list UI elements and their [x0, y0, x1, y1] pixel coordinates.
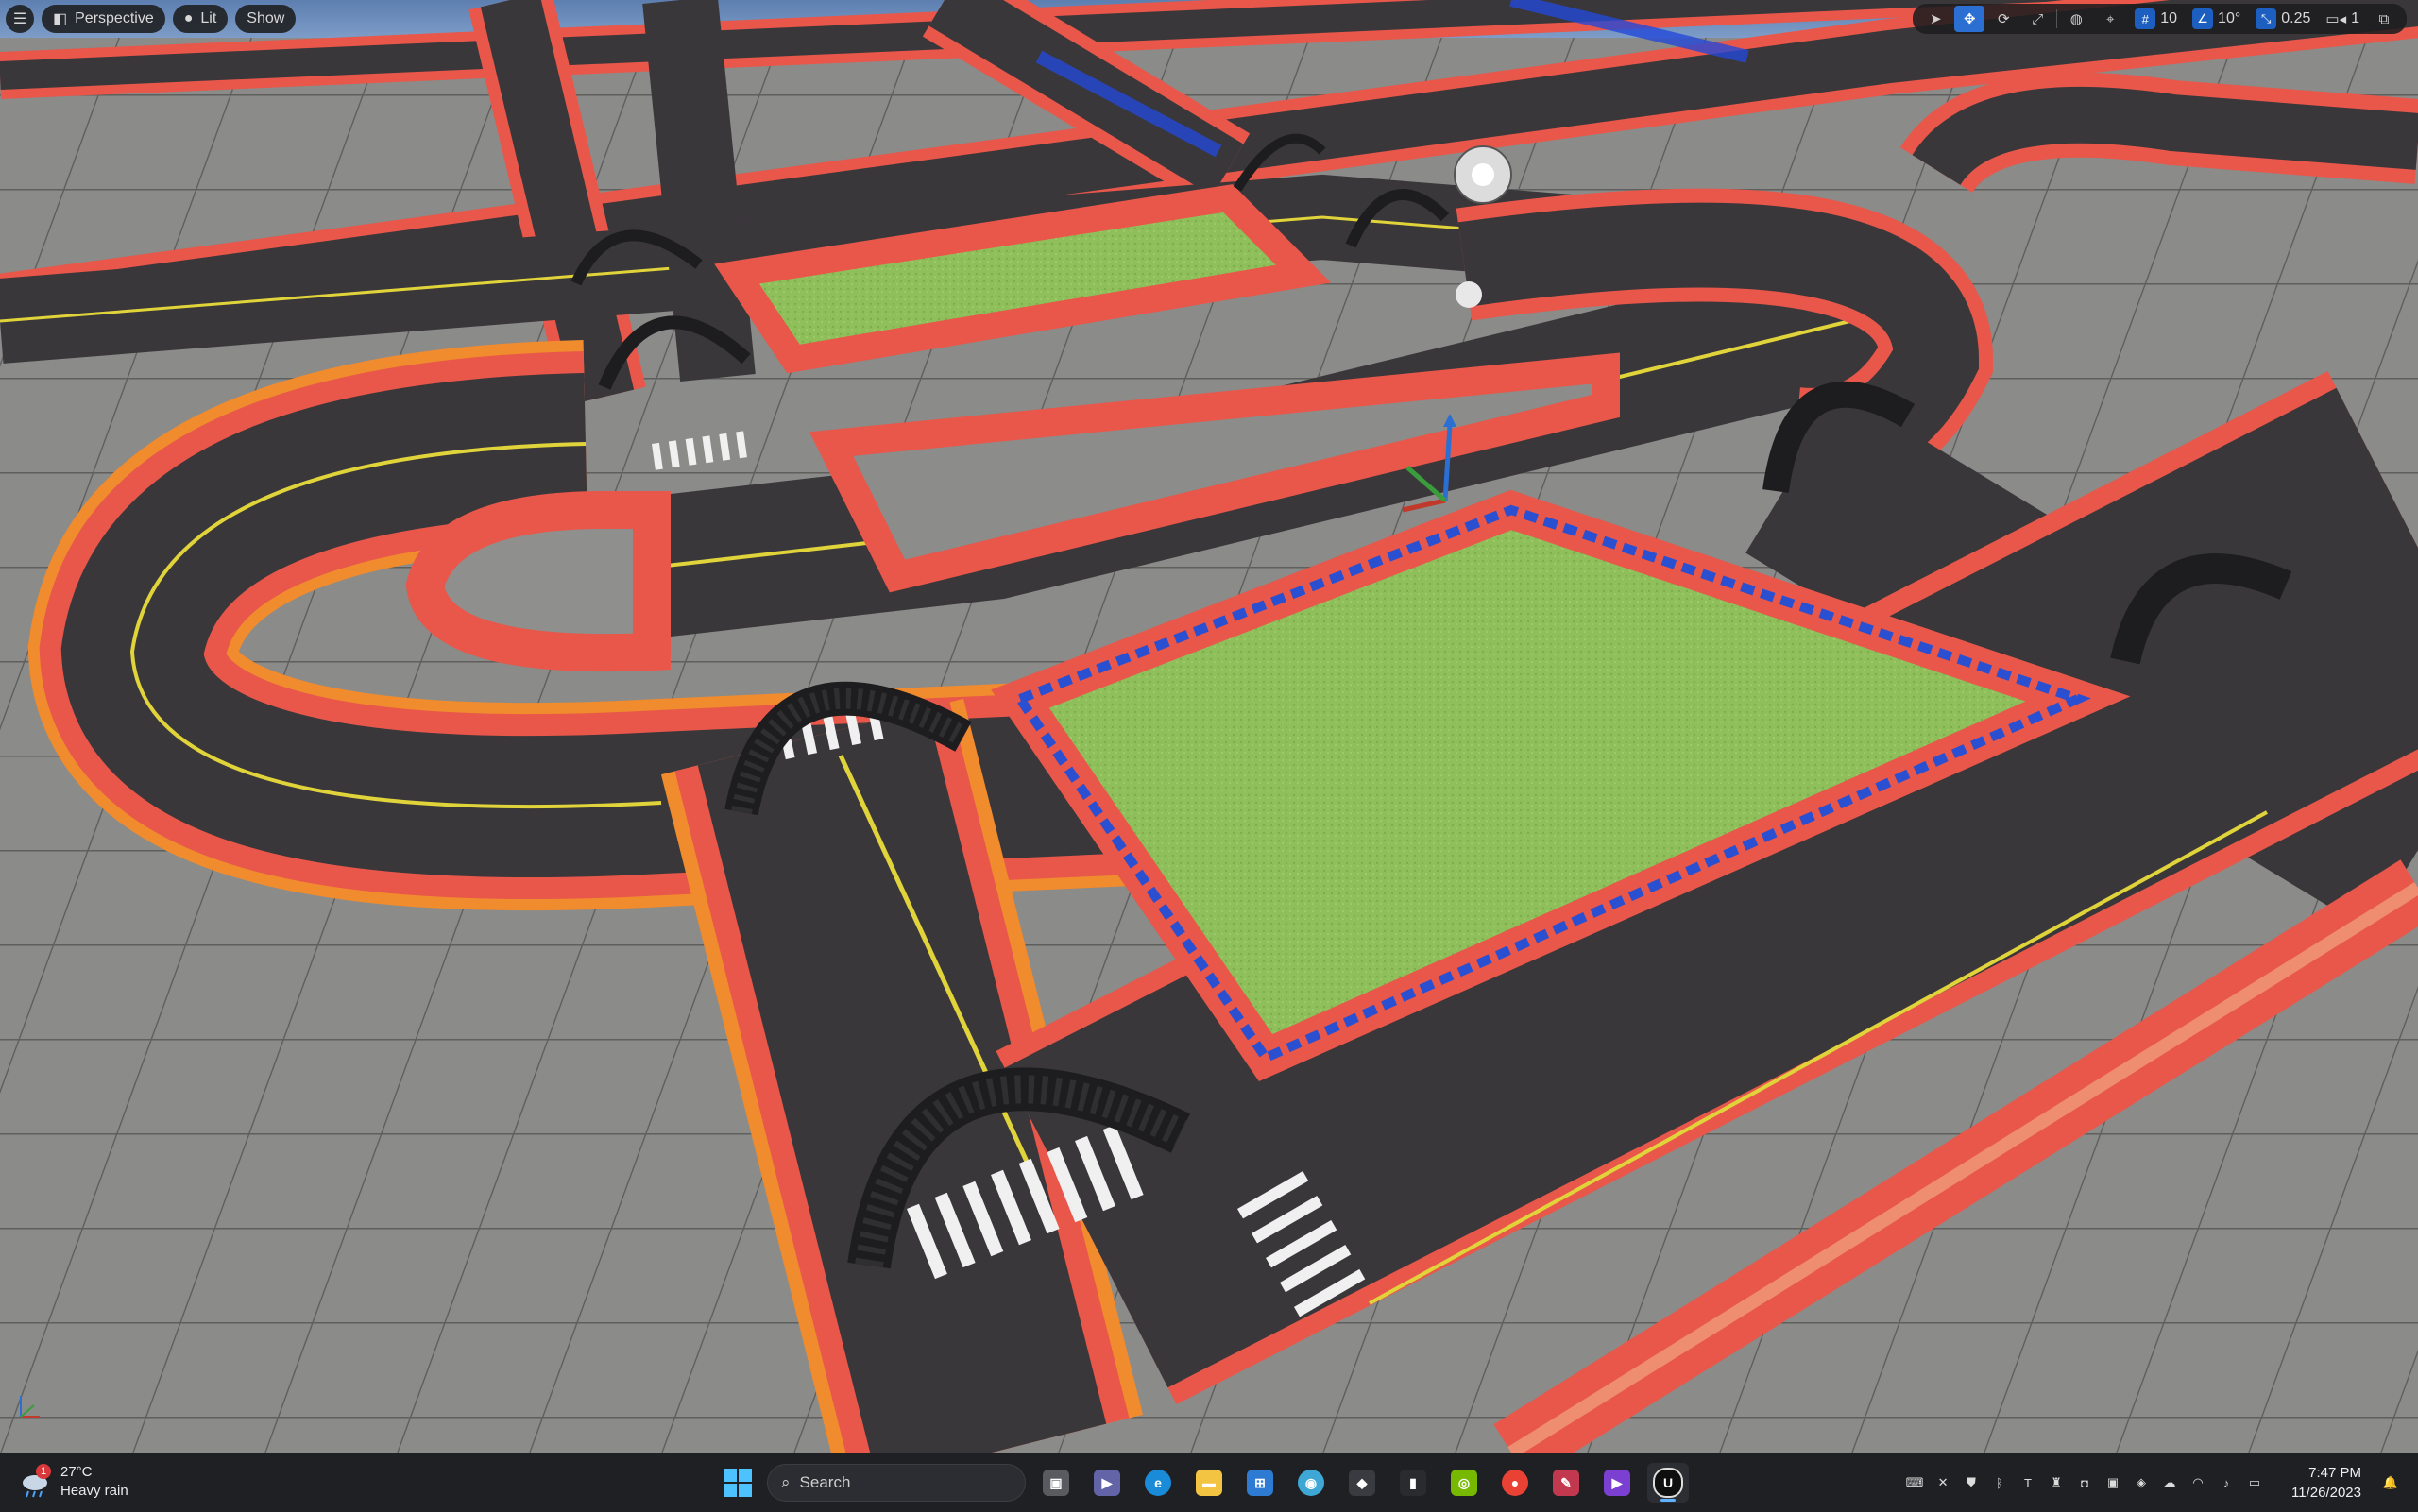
level-viewport[interactable]: ☰ ◧ Perspective ● Lit Show ➤ ✥ ⟳ ⤢ ◍ ⌖ #…: [0, 0, 2418, 1453]
xbox-icon[interactable]: ✕: [1934, 1474, 1951, 1491]
rotate-mode-button[interactable]: ⟳: [1988, 6, 2018, 32]
video-editor-icon: ▶: [1604, 1470, 1630, 1496]
unreal-engine-icon: U: [1653, 1468, 1683, 1498]
dark-app-button[interactable]: ▮: [1392, 1463, 1434, 1503]
alien-icon: ◆: [1349, 1470, 1375, 1496]
notes-icon: ✎: [1553, 1470, 1579, 1496]
rotation-snap-value: 10°: [2218, 10, 2241, 26]
perspective-button[interactable]: ◧ Perspective: [42, 5, 165, 33]
task-view-button[interactable]: ▣: [1035, 1463, 1077, 1503]
controller-icon[interactable]: ◘: [2076, 1474, 2093, 1491]
windows-taskbar: 1 27°C Heavy rain ⌕ Search ▣ ▶ e ▬ ⊞ ◉ ◆…: [0, 1453, 2418, 1512]
edge-icon: e: [1145, 1470, 1171, 1496]
scale-snap-icon: ⤡: [2256, 8, 2277, 29]
rotation-snap-control[interactable]: ∠ 10°: [2187, 6, 2246, 32]
chrome-icon: ●: [1502, 1470, 1528, 1496]
system-tray: ⌨ ✕ ⛊ ᛒ T ♜ ◘ ▣ ◈ ☁ ◠ ♪ ▭ 7:47 PM 11/26/…: [1906, 1453, 2399, 1512]
select-mode-button[interactable]: ➤: [1920, 6, 1950, 32]
search-icon: ⌕: [781, 1473, 791, 1491]
windows-logo-icon: [724, 1469, 752, 1497]
clock-date: 11/26/2023: [2291, 1485, 2361, 1501]
taskbar-center: ⌕ Search ▣ ▶ e ▬ ⊞ ◉ ◆ ▮ ◎ ● ✎ ▶ U: [718, 1463, 1689, 1503]
keyboard-icon[interactable]: ⌨: [1906, 1474, 1924, 1491]
translate-mode-button[interactable]: ✥: [1954, 6, 1985, 32]
camera-icon: ▭◂: [2325, 11, 2347, 27]
nvidia-tray-icon[interactable]: ▣: [2104, 1474, 2121, 1491]
store-icon: ⊞: [1247, 1470, 1273, 1496]
defender-icon[interactable]: ◈: [2133, 1474, 2150, 1491]
axis-indicator: [20, 1396, 40, 1418]
camera-speed-value: 1: [2351, 10, 2359, 26]
show-button[interactable]: Show: [235, 5, 297, 33]
browser-icon: ◉: [1298, 1470, 1324, 1496]
file-explorer-icon: ▬: [1196, 1470, 1222, 1496]
wifi-icon[interactable]: ◠: [2189, 1474, 2206, 1491]
globe-icon: ◍: [2069, 11, 2083, 27]
lit-label: Lit: [200, 10, 217, 26]
teams-button[interactable]: ▶: [1086, 1463, 1128, 1503]
move-icon: ✥: [1963, 11, 1976, 27]
camera-speed-control[interactable]: ▭◂ 1: [2320, 6, 2365, 32]
scale-snap-control[interactable]: ⤡ 0.25: [2250, 6, 2316, 32]
hamburger-icon: ☰: [12, 11, 27, 27]
cube-icon: ◧: [53, 11, 68, 27]
lit-button[interactable]: ● Lit: [172, 5, 229, 33]
start-button[interactable]: [718, 1463, 758, 1503]
edge-button[interactable]: e: [1137, 1463, 1179, 1503]
weather-widget[interactable]: 1 27°C Heavy rain: [19, 1463, 128, 1501]
notifications-bell-icon[interactable]: 🔔: [2382, 1474, 2399, 1491]
alien-app-button[interactable]: ◆: [1341, 1463, 1383, 1503]
taskbar-search[interactable]: ⌕ Search: [767, 1464, 1026, 1502]
task-view-icon: ▣: [1043, 1470, 1069, 1496]
show-label: Show: [247, 10, 285, 26]
maximize-icon: ⧉: [2378, 10, 2390, 27]
chrome-button[interactable]: ●: [1494, 1463, 1536, 1503]
teams-icon: ▶: [1094, 1470, 1120, 1496]
toolbar-separator: [2056, 9, 2058, 28]
bluetooth-icon[interactable]: ᛒ: [1991, 1474, 2008, 1491]
search-placeholder: Search: [799, 1473, 851, 1491]
grid-snap-value: 10: [2160, 10, 2178, 26]
shield-icon[interactable]: ⛊: [1963, 1474, 1980, 1491]
clock[interactable]: 7:47 PM 11/26/2023: [2291, 1463, 2361, 1503]
viewport-menu-button[interactable]: ☰: [6, 5, 34, 33]
perspective-label: Perspective: [75, 10, 154, 26]
notes-button[interactable]: ✎: [1545, 1463, 1587, 1503]
rain-cloud-icon: 1: [19, 1464, 51, 1498]
world-local-toggle[interactable]: ◍: [2061, 6, 2091, 32]
app-icon: ▮: [1400, 1470, 1426, 1496]
battery-icon[interactable]: ▭: [2246, 1474, 2263, 1491]
grid-snap-control[interactable]: # 10: [2129, 6, 2183, 32]
file-explorer-button[interactable]: ▬: [1188, 1463, 1230, 1503]
inner-loop-curb: [405, 491, 671, 672]
nvidia-icon: ◎: [1451, 1470, 1477, 1496]
weather-condition: Heavy rain: [60, 1483, 128, 1499]
angle-icon: ∠: [2192, 8, 2214, 29]
grid-icon: #: [2135, 8, 2156, 29]
viewport-toolbar-right: ➤ ✥ ⟳ ⤢ ◍ ⌖ # 10 ∠ 10° ⤡ 0.25 ▭◂ 1 ⧉: [1913, 4, 2407, 34]
surface-snap-icon: ⌖: [2106, 10, 2115, 27]
nvidia-button[interactable]: ◎: [1443, 1463, 1485, 1503]
rotate-icon: ⟳: [1997, 11, 2010, 27]
scale-icon: ⤢: [2032, 10, 2044, 27]
cloud-icon[interactable]: ☁: [2161, 1474, 2178, 1491]
maximize-viewport-button[interactable]: ⧉: [2369, 6, 2399, 32]
weather-temperature: 27°C: [60, 1464, 93, 1480]
volume-icon[interactable]: ♪: [2218, 1474, 2235, 1491]
lit-sphere-icon: ●: [183, 10, 194, 26]
scene-render[interactable]: [0, 0, 2418, 1453]
unreal-engine-button[interactable]: U: [1647, 1463, 1689, 1503]
viewport-toolbar-left: ☰ ◧ Perspective ● Lit Show: [6, 4, 297, 34]
surface-snap-toggle[interactable]: ⌖: [2095, 6, 2125, 32]
scale-mode-button[interactable]: ⤢: [2022, 6, 2052, 32]
game-tray-icon[interactable]: ♜: [2048, 1474, 2065, 1491]
browser-button[interactable]: ◉: [1290, 1463, 1332, 1503]
store-button[interactable]: ⊞: [1239, 1463, 1281, 1503]
teams-tray-icon[interactable]: T: [2019, 1474, 2036, 1491]
video-editor-button[interactable]: ▶: [1596, 1463, 1638, 1503]
clock-time: 7:47 PM: [2308, 1465, 2361, 1481]
cursor-icon: ➤: [1929, 11, 1942, 27]
scale-snap-value: 0.25: [2281, 10, 2311, 26]
notification-badge: 1: [36, 1464, 51, 1479]
